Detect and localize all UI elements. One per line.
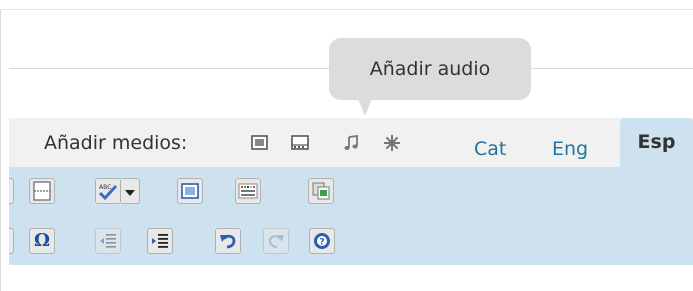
add-video-icon[interactable] xyxy=(289,133,311,153)
indent-button[interactable] xyxy=(147,228,173,254)
special-character-button[interactable]: Ω xyxy=(29,228,55,254)
fullscreen-icon xyxy=(180,181,200,201)
editor-content-area[interactable] xyxy=(9,265,693,291)
left-border xyxy=(0,9,1,291)
outdent-icon xyxy=(98,231,118,251)
paste-word-icon xyxy=(311,181,331,201)
kitchen-sink-icon xyxy=(238,181,258,201)
tooltip-arrow xyxy=(358,99,372,116)
tooltip-text: Añadir audio xyxy=(369,58,491,80)
svg-text:?: ? xyxy=(319,238,324,248)
spellcheck-button[interactable]: ABC xyxy=(95,178,121,204)
media-label: Añadir medios: xyxy=(44,132,188,154)
indent-icon xyxy=(150,231,170,251)
help-button[interactable]: ? xyxy=(309,228,335,254)
language-tab-esp[interactable]: Esp xyxy=(620,118,693,167)
toolbar-button-cut-off[interactable] xyxy=(9,178,14,204)
undo-button[interactable] xyxy=(215,228,241,254)
spellcheck-dropdown-icon xyxy=(125,182,135,201)
spellcheck-icon: ABC xyxy=(97,181,119,201)
add-image-icon[interactable] xyxy=(249,133,271,153)
outdent-button[interactable] xyxy=(95,228,121,254)
special-character-icon: Ω xyxy=(33,230,51,251)
spellcheck-label: ABC xyxy=(99,184,111,191)
add-media-icon[interactable] xyxy=(381,133,403,153)
fullscreen-button[interactable] xyxy=(177,178,203,204)
language-tab-eng[interactable]: Eng xyxy=(552,131,588,167)
tooltip: Añadir audio xyxy=(329,38,531,100)
paste-word-button[interactable] xyxy=(308,178,334,204)
help-icon: ? xyxy=(312,231,332,251)
toolbar-button-cut-off-row2[interactable] xyxy=(9,228,14,254)
redo-icon xyxy=(266,231,286,251)
editor-toolbar: ABC Ω ? xyxy=(9,167,693,265)
kitchen-sink-button[interactable] xyxy=(235,178,261,204)
redo-button[interactable] xyxy=(263,228,289,254)
language-tab-cat[interactable]: Cat xyxy=(474,131,506,167)
undo-icon xyxy=(218,231,238,251)
add-audio-icon[interactable] xyxy=(341,133,363,153)
spellcheck-dropdown-button[interactable] xyxy=(121,178,140,204)
top-border xyxy=(0,9,693,10)
media-bar: Añadir medios: Cat Eng Esp xyxy=(9,118,693,167)
page-break-button[interactable] xyxy=(29,178,55,204)
page-break-icon xyxy=(32,181,52,201)
